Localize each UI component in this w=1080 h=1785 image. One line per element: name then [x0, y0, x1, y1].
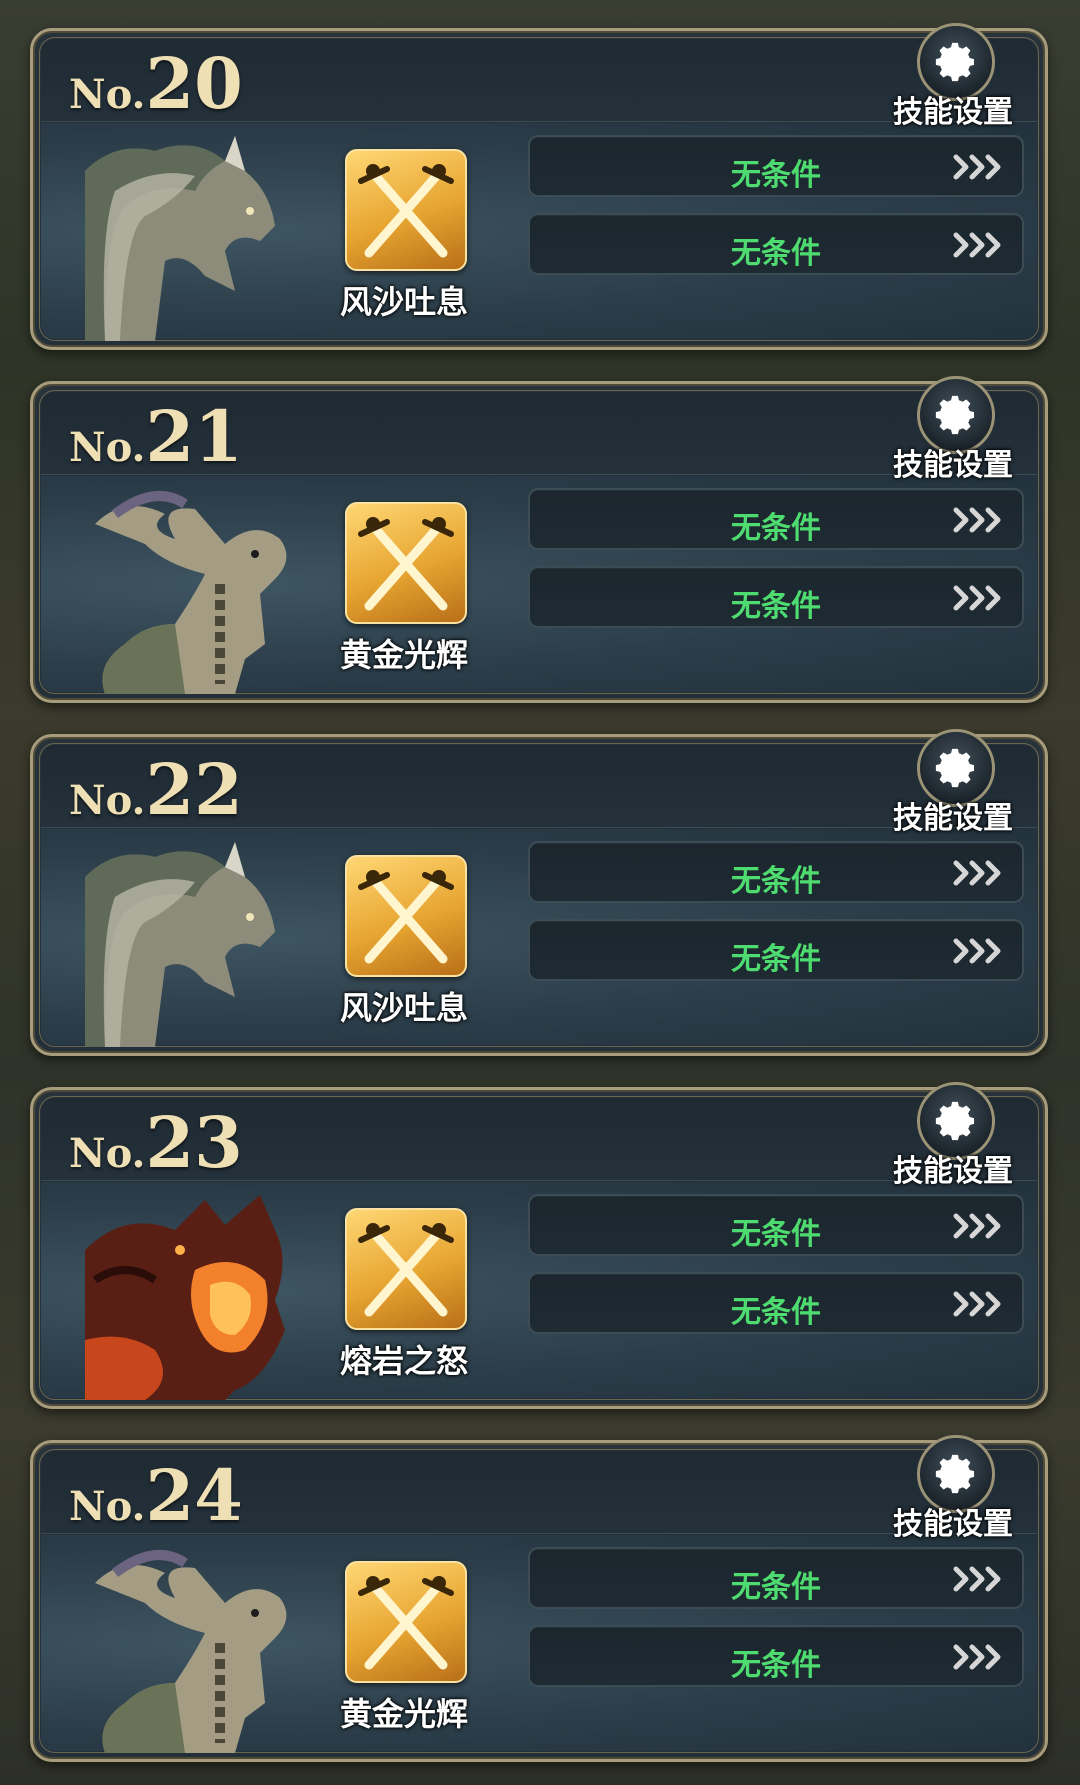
- skill-settings-button[interactable]: 技能设置: [883, 23, 1023, 130]
- triple-chevron-right-icon: [953, 507, 1001, 533]
- skill-slot[interactable]: 黄金光辉: [321, 1561, 491, 1751]
- condition-label: 无条件: [731, 236, 821, 271]
- condition-button[interactable]: 无条件: [528, 1547, 1024, 1609]
- condition-label: 无条件: [731, 158, 821, 193]
- crossed-swords-icon: [345, 855, 467, 977]
- triple-chevron-right-icon: [953, 1213, 1001, 1239]
- slot-number: No.21: [69, 395, 243, 478]
- triple-chevron-right-icon: [953, 938, 1001, 964]
- skill-slot-card: No.23 技能设置 熔岩之怒 无条件 无条件: [30, 1082, 1048, 1409]
- skill-slot-card: No.20 技能设置 风沙吐息 无条件 无条件: [30, 23, 1048, 350]
- crossed-swords-icon: [345, 1561, 467, 1683]
- skill-slot-card: No.21 技能设置 黄金光辉 无条件 无条件: [30, 376, 1048, 703]
- condition-button[interactable]: 无条件: [528, 566, 1024, 628]
- slot-number: No.23: [69, 1101, 243, 1184]
- slot-number: No.20: [69, 42, 243, 125]
- dragon-portrait: [85, 484, 300, 694]
- triple-chevron-right-icon: [953, 1291, 1001, 1317]
- triple-chevron-right-icon: [953, 1566, 1001, 1592]
- crossed-swords-icon: [345, 149, 467, 271]
- condition-label: 无条件: [731, 942, 821, 977]
- condition-label: 无条件: [731, 1570, 821, 1605]
- condition-button[interactable]: 无条件: [528, 135, 1024, 197]
- skill-slot[interactable]: 风沙吐息: [321, 149, 491, 339]
- skill-slot[interactable]: 熔岩之怒: [321, 1208, 491, 1398]
- condition-label: 无条件: [731, 589, 821, 624]
- skill-slot[interactable]: 黄金光辉: [321, 502, 491, 692]
- condition-label: 无条件: [731, 1648, 821, 1683]
- condition-button[interactable]: 无条件: [528, 1272, 1024, 1334]
- dragon-portrait: [85, 1543, 300, 1753]
- skill-settings-label: 技能设置: [893, 95, 1013, 130]
- dragon-portrait: [85, 1190, 300, 1400]
- condition-button[interactable]: 无条件: [528, 1194, 1024, 1256]
- skill-settings-label: 技能设置: [893, 1154, 1013, 1189]
- skill-slot-card: No.24 技能设置 黄金光辉 无条件 无条件: [30, 1435, 1048, 1762]
- skill-settings-button[interactable]: 技能设置: [883, 1082, 1023, 1189]
- triple-chevron-right-icon: [953, 585, 1001, 611]
- condition-button[interactable]: 无条件: [528, 1625, 1024, 1687]
- triple-chevron-right-icon: [953, 1644, 1001, 1670]
- crossed-swords-icon: [345, 1208, 467, 1330]
- condition-button[interactable]: 无条件: [528, 841, 1024, 903]
- slot-number: No.24: [69, 1454, 243, 1537]
- skill-settings-label: 技能设置: [893, 448, 1013, 483]
- condition-button[interactable]: 无条件: [528, 919, 1024, 981]
- condition-button[interactable]: 无条件: [528, 488, 1024, 550]
- skill-settings-label: 技能设置: [893, 801, 1013, 836]
- skill-settings-button[interactable]: 技能设置: [883, 376, 1023, 483]
- skill-slot[interactable]: 风沙吐息: [321, 855, 491, 1045]
- skill-name: 风沙吐息: [339, 283, 468, 321]
- condition-button[interactable]: 无条件: [528, 213, 1024, 275]
- triple-chevron-right-icon: [953, 232, 1001, 258]
- skill-name: 风沙吐息: [339, 989, 468, 1027]
- dragon-portrait: [85, 131, 300, 341]
- condition-label: 无条件: [731, 1295, 821, 1330]
- condition-label: 无条件: [731, 511, 821, 546]
- condition-label: 无条件: [731, 864, 821, 899]
- skill-name: 黄金光辉: [339, 1695, 468, 1733]
- skill-slot-card: No.22 技能设置 风沙吐息 无条件 无条件: [30, 729, 1048, 1056]
- skill-settings-button[interactable]: 技能设置: [883, 729, 1023, 836]
- slot-number: No.22: [69, 748, 243, 831]
- triple-chevron-right-icon: [953, 154, 1001, 180]
- crossed-swords-icon: [345, 502, 467, 624]
- skill-settings-button[interactable]: 技能设置: [883, 1435, 1023, 1542]
- skill-settings-label: 技能设置: [893, 1507, 1013, 1542]
- triple-chevron-right-icon: [953, 860, 1001, 886]
- condition-label: 无条件: [731, 1217, 821, 1252]
- skill-name: 黄金光辉: [339, 636, 468, 674]
- dragon-portrait: [85, 837, 300, 1047]
- skill-name: 熔岩之怒: [339, 1342, 468, 1380]
